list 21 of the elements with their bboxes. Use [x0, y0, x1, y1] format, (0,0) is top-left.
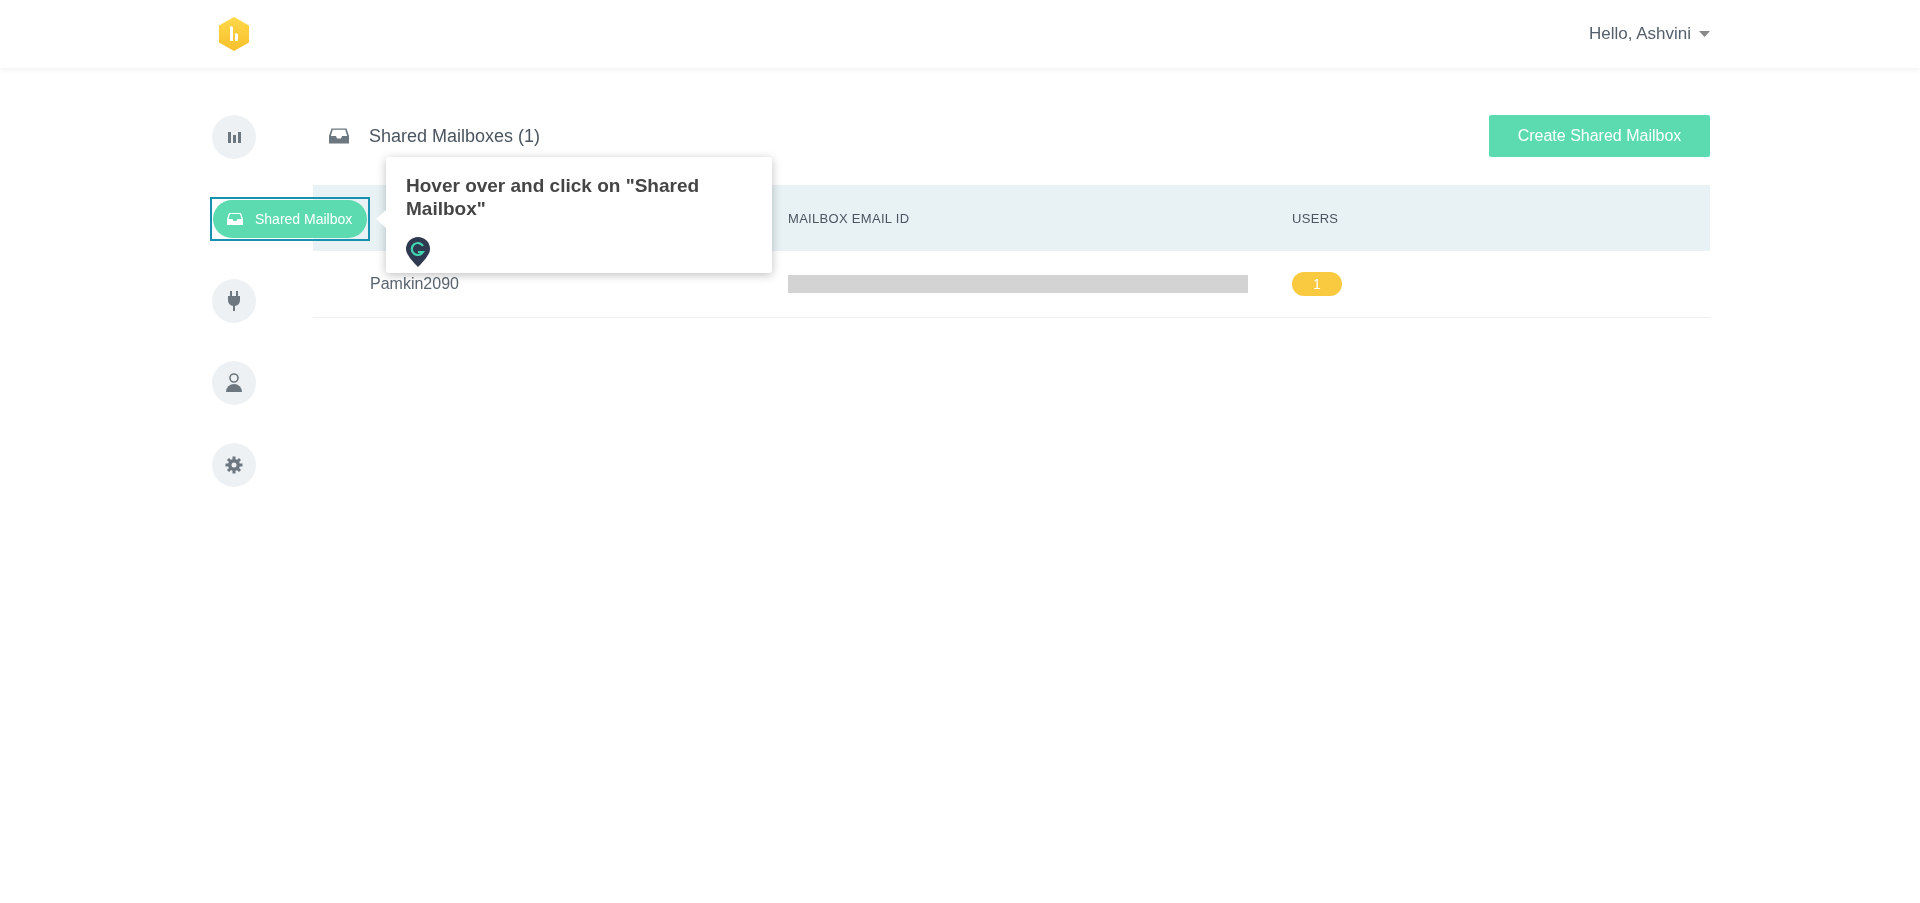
- sidebar-item[interactable]: [212, 279, 256, 323]
- map-pin-icon: [406, 236, 430, 267]
- column-header: MAILBOX EMAIL ID: [788, 210, 911, 226]
- inbox-icon: [227, 212, 243, 226]
- sidebar-item[interactable]: [212, 443, 256, 487]
- column-header: USERS: [1292, 210, 1340, 226]
- create-button[interactable]: Create Shared Mailbox: [1489, 115, 1710, 157]
- bar-chart-icon: [227, 130, 241, 144]
- user-menu[interactable]: Hello, Ashvini: [1588, 24, 1710, 44]
- tooltip-text: Hover over and click on "Shared Mailbox": [406, 175, 701, 221]
- settings-icon: [225, 456, 243, 474]
- inbox-icon: [329, 127, 349, 145]
- user-icon: [225, 373, 243, 393]
- sidebar-item[interactable]: Shared Mailbox: [213, 200, 367, 238]
- sidebar-item[interactable]: [212, 115, 256, 159]
- page-title: Shared Mailboxes (1): [369, 125, 541, 147]
- caret-icon: [1699, 31, 1710, 37]
- sidebar-item[interactable]: [212, 361, 256, 405]
- table-cell-text: Pamkin2090: [369, 275, 460, 293]
- user-count-badge: 1: [1292, 272, 1342, 296]
- plug-icon: [227, 291, 241, 311]
